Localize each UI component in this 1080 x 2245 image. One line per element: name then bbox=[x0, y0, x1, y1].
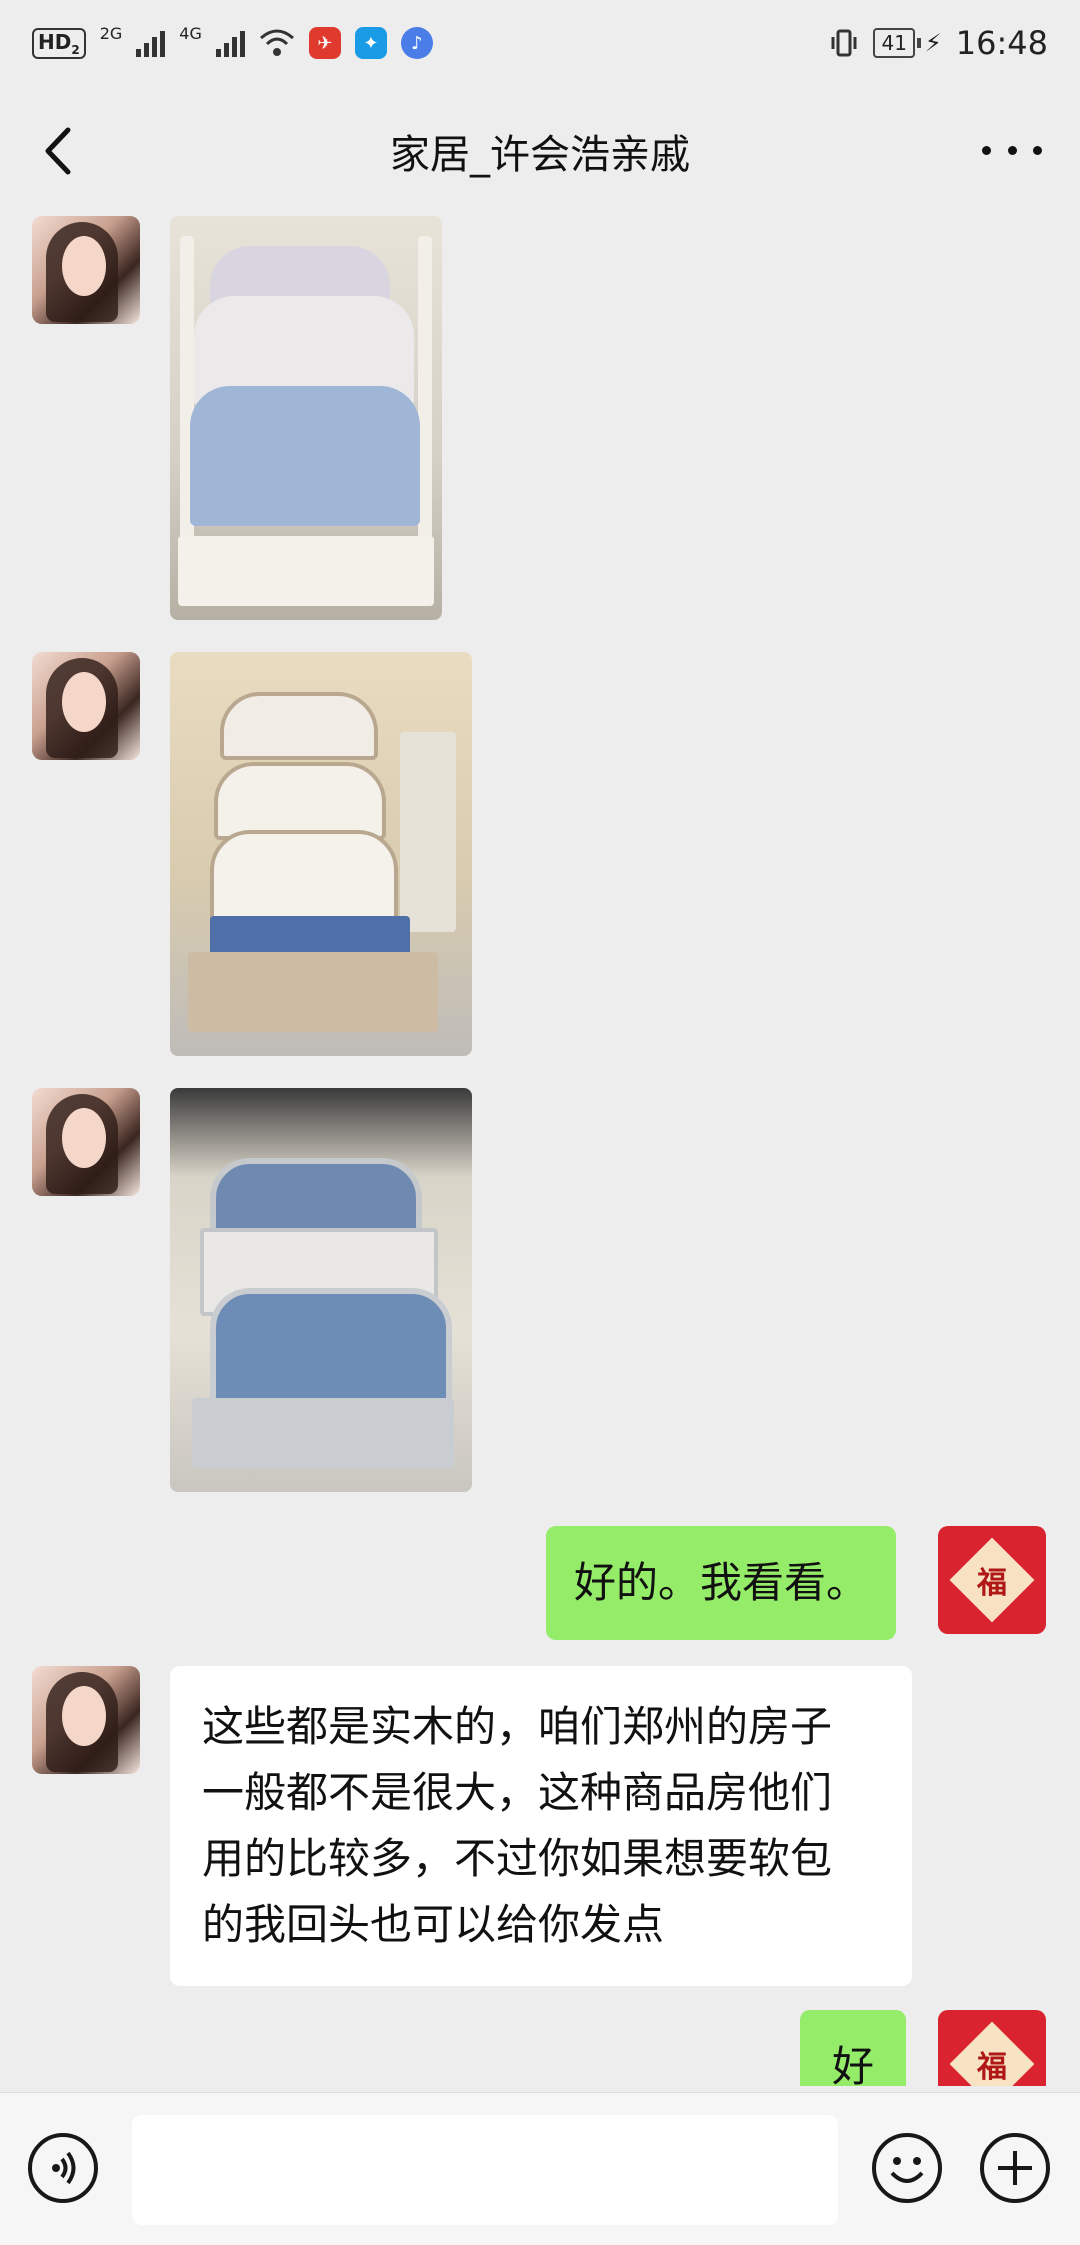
message-line: 的我回头也可以给你发点 bbox=[202, 1900, 665, 1949]
battery-level: 41 bbox=[873, 28, 915, 58]
fu-glyph-2: 福 bbox=[977, 2050, 1007, 2085]
battery-icon: 41 ⚡ bbox=[873, 28, 942, 58]
lightbulb-icon: ✦ bbox=[354, 27, 387, 59]
voice-input-button[interactable] bbox=[28, 2133, 98, 2203]
my-avatar[interactable]: 福 bbox=[938, 2010, 1046, 2086]
signal-icon bbox=[136, 29, 166, 57]
contact-avatar[interactable] bbox=[32, 652, 140, 760]
vibrate-icon bbox=[831, 29, 857, 57]
more-functions-button[interactable] bbox=[980, 2133, 1050, 2203]
signal-icon-2 bbox=[215, 29, 245, 57]
back-arrow-icon[interactable] bbox=[38, 126, 86, 176]
status-bar: HD2 2G 4G ✈ ✦ ♪ 41 ⚡ 16:48 bbox=[0, 0, 1080, 86]
clock: 16:48 bbox=[955, 24, 1048, 62]
message-text: 好的。我看看。 bbox=[574, 1558, 869, 1607]
bed-photo[interactable] bbox=[170, 1088, 472, 1492]
status-left: HD2 2G 4G ✈ ✦ ♪ bbox=[32, 23, 433, 59]
message-input[interactable] bbox=[132, 2115, 838, 2225]
chat-title: 家居_许会浩亲戚 bbox=[390, 132, 690, 178]
contact-message-bubble[interactable]: 这些都是实木的，咱们郑州的房子 一般都不是很大，这种商品房他们 用的比较多，不过… bbox=[170, 1666, 912, 1986]
bed-photo[interactable] bbox=[170, 216, 442, 620]
app-notification-icon: ✈ bbox=[308, 27, 341, 59]
my-message-bubble[interactable]: 好的。我看看。 bbox=[546, 1526, 897, 1640]
message-line: 一般都不是很大，这种商品房他们 bbox=[202, 1768, 833, 1817]
smiley-icon bbox=[890, 2157, 924, 2183]
hd-sub: 2 bbox=[71, 42, 80, 57]
more-options-icon[interactable] bbox=[982, 138, 1042, 162]
message-line: 用的比较多，不过你如果想要软包 bbox=[202, 1834, 833, 1883]
contact-avatar[interactable] bbox=[32, 1666, 140, 1774]
chat-history[interactable]: 好的。我看看。 福 这些都是实木的，咱们郑州的房子 一般都不是很大，这种商品房他… bbox=[0, 216, 1080, 2086]
chat-header: 家居_许会浩亲戚 bbox=[0, 86, 1080, 216]
hd-indicator: HD2 bbox=[32, 27, 86, 59]
emoji-button[interactable] bbox=[872, 2133, 942, 2203]
plus-icon bbox=[998, 2151, 1032, 2185]
contact-avatar[interactable] bbox=[32, 216, 140, 324]
bed-photo[interactable] bbox=[170, 652, 472, 1056]
network-4g-label: 4G bbox=[179, 23, 202, 43]
hd-label: HD bbox=[38, 29, 72, 54]
wifi-icon bbox=[259, 29, 294, 56]
music-icon: ♪ bbox=[400, 27, 433, 59]
my-message-bubble[interactable]: 好 bbox=[800, 2010, 907, 2086]
message-line: 这些都是实木的，咱们郑州的房子 bbox=[202, 1702, 833, 1751]
contact-avatar[interactable] bbox=[32, 1088, 140, 1196]
status-right: 41 ⚡ 16:48 bbox=[829, 24, 1048, 62]
message-text: 好 bbox=[832, 2042, 875, 2086]
fu-glyph: 福 bbox=[977, 1566, 1007, 1601]
network-2g-label: 2G bbox=[99, 23, 123, 43]
input-bar bbox=[0, 2092, 1080, 2245]
voice-icon bbox=[52, 2151, 76, 2185]
my-avatar[interactable]: 福 bbox=[938, 1526, 1046, 1634]
